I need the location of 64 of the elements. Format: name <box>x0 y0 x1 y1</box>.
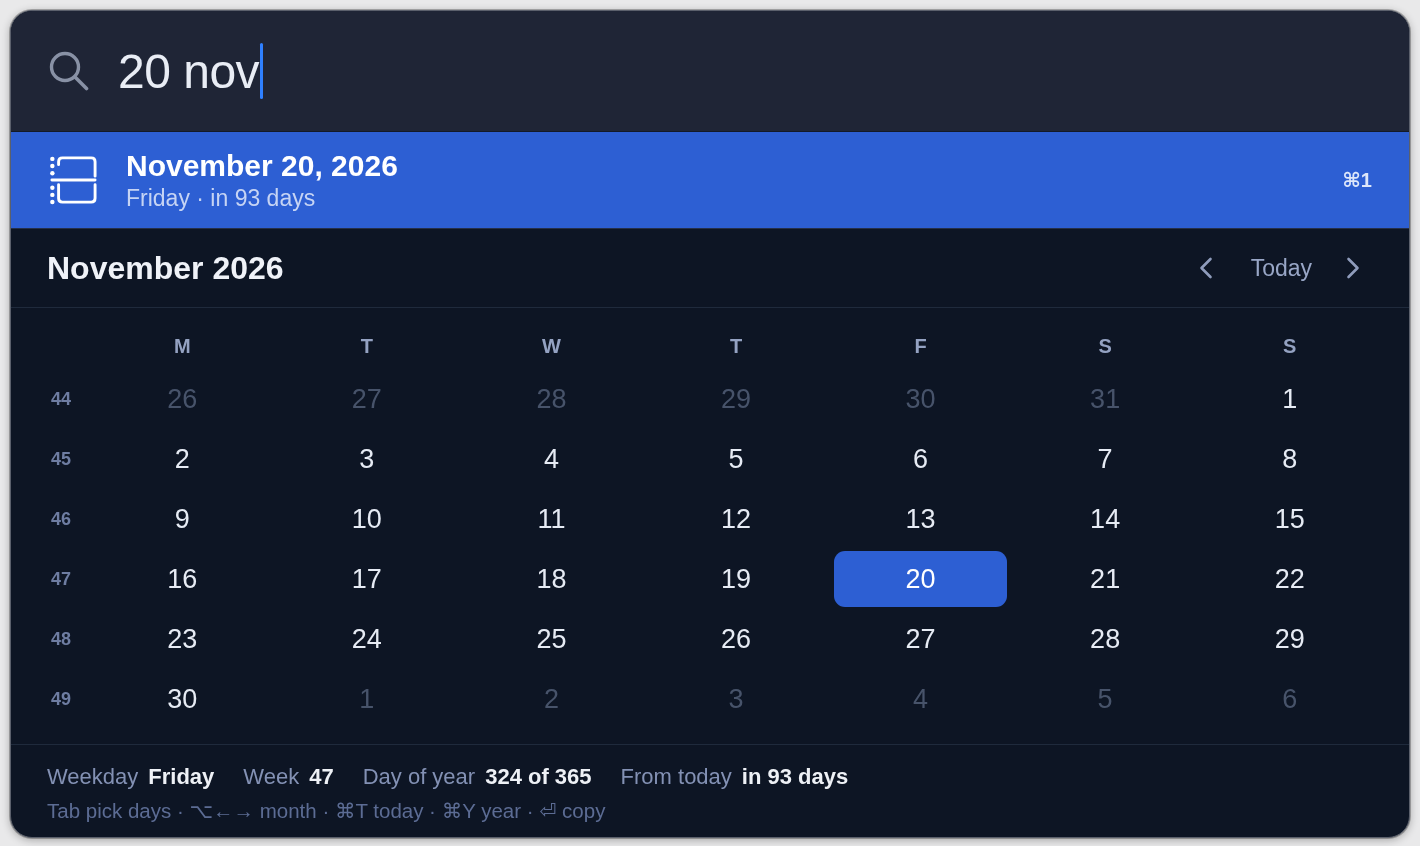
weekday-label: M <box>173 334 191 359</box>
day-cell[interactable]: 18 <box>465 551 638 607</box>
day-cell[interactable]: 25 <box>465 611 638 667</box>
day-cell[interactable]: 16 <box>96 551 269 607</box>
month-title: November 2026 <box>47 249 284 287</box>
week-number: 44 <box>50 388 72 410</box>
day-cell[interactable]: 27 <box>834 611 1007 667</box>
day-cell[interactable]: 15 <box>1203 491 1376 547</box>
day-cell[interactable]: 2 <box>96 431 269 487</box>
split-box-icon <box>49 155 97 205</box>
day-cell[interactable]: 20 <box>834 551 1007 607</box>
day-cell[interactable]: 21 <box>1018 551 1192 607</box>
day-cell[interactable]: 19 <box>649 551 823 607</box>
day-cell[interactable]: 5 <box>649 431 823 487</box>
day-cell[interactable]: 7 <box>1018 431 1192 487</box>
day-cell[interactable]: 29 <box>1203 611 1376 667</box>
search-icon <box>49 51 89 91</box>
chevron-left-icon[interactable] <box>1198 257 1213 279</box>
day-cell[interactable]: 6 <box>834 431 1007 487</box>
day-cell[interactable]: 14 <box>1018 491 1192 547</box>
result-subtitle: Friday · in 93 days <box>126 184 317 212</box>
today-button[interactable]: Today <box>1246 252 1316 284</box>
day-cell[interactable]: 17 <box>280 551 454 607</box>
day-cell[interactable]: 24 <box>280 611 454 667</box>
day-cell[interactable]: 1 <box>1203 371 1376 427</box>
result-row[interactable]: November 20, 2026 Friday · in 93 days ⌘1 <box>11 131 1409 229</box>
chevron-right-icon[interactable] <box>1346 257 1360 279</box>
day-cell[interactable]: 23 <box>96 611 269 667</box>
week-number: 47 <box>50 568 72 590</box>
weekday-label: W <box>541 334 561 359</box>
detail-label: Week <box>243 764 300 790</box>
day-cell[interactable]: 22 <box>1203 551 1376 607</box>
week-number: 46 <box>50 508 72 530</box>
text-cursor-icon <box>260 43 264 99</box>
week-number: 48 <box>50 628 72 650</box>
day-cell[interactable]: 26 <box>649 611 823 667</box>
day-cell[interactable]: 10 <box>280 491 454 547</box>
detail-value: 324 of 365 <box>485 764 592 790</box>
weekday-label: S <box>1283 334 1297 359</box>
detail-value: in 93 days <box>741 764 849 790</box>
weekday-label: T <box>729 334 743 359</box>
weekday-label: F <box>914 334 927 359</box>
shortcut-hints: Tab pick days · ⌥←→ month · ⌘T today · ⌘Y year · ⏎ copy <box>47 799 606 823</box>
detail-label: Weekday <box>47 764 139 790</box>
day-cell[interactable]: 12 <box>649 491 823 547</box>
day-cell[interactable]: 4 <box>465 431 638 487</box>
day-cell[interactable]: 8 <box>1203 431 1376 487</box>
shortcut-label: ⌘1 <box>1342 168 1372 192</box>
search-field[interactable]: 20 nov <box>118 39 1409 103</box>
day-cell[interactable]: 28 <box>1018 611 1192 667</box>
detail-label: From today <box>620 764 732 790</box>
result-title: November 20, 2026 <box>126 148 399 183</box>
day-cell[interactable]: 11 <box>465 491 638 547</box>
week-number: 45 <box>50 448 72 470</box>
detail-value: 47 <box>309 764 334 790</box>
weekday-label: T <box>360 334 373 359</box>
day-cell[interactable]: 30 <box>96 671 269 727</box>
day-cell[interactable]: 3 <box>280 431 454 487</box>
detail-label: Day of year <box>362 764 476 790</box>
day-cell[interactable]: 9 <box>96 491 269 547</box>
day-cell[interactable]: 13 <box>834 491 1007 547</box>
week-number: 49 <box>50 688 72 710</box>
weekday-label: S <box>1098 334 1112 359</box>
detail-value: Friday <box>148 764 215 790</box>
